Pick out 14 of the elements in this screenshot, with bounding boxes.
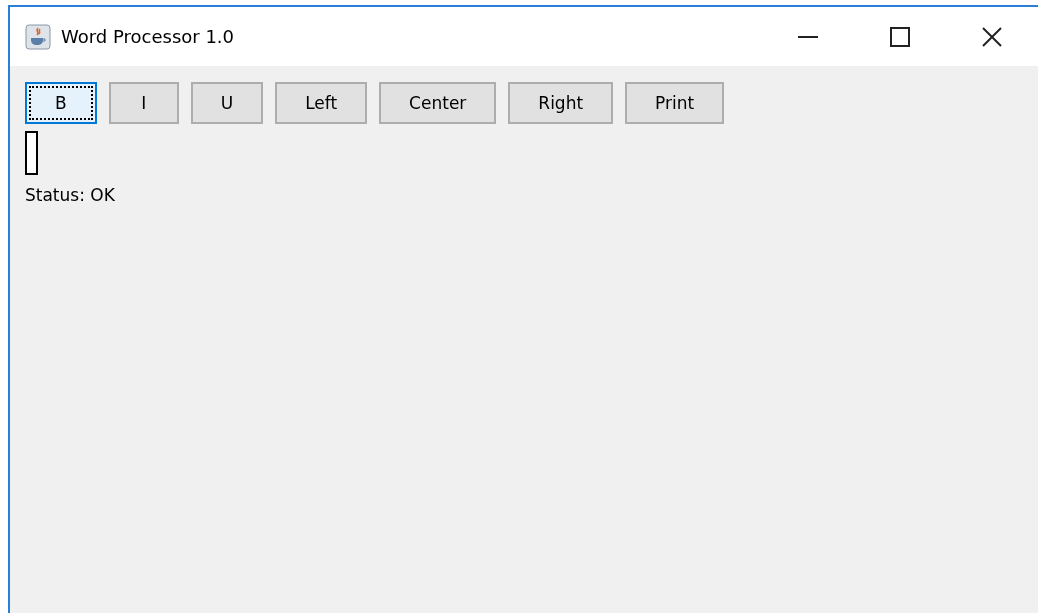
minimize-icon [798, 35, 818, 38]
toolbar-button[interactable]: Print [625, 82, 725, 124]
maximize-icon [890, 26, 910, 47]
close-icon [982, 26, 1002, 47]
text-field[interactable] [25, 131, 38, 175]
coffee-cup-icon [25, 23, 51, 50]
toolbar-button[interactable]: Center [379, 82, 497, 124]
toolbar-button[interactable]: B [25, 82, 97, 124]
window-title: Word Processor 1.0 [61, 26, 236, 47]
toolbar-button[interactable]: Right [508, 82, 614, 124]
toolbar-button[interactable]: U [190, 82, 264, 124]
status-label: Status: OK [25, 185, 115, 205]
toolbar-button[interactable]: I [108, 82, 179, 124]
toolbar-button[interactable]: Left [275, 82, 368, 124]
